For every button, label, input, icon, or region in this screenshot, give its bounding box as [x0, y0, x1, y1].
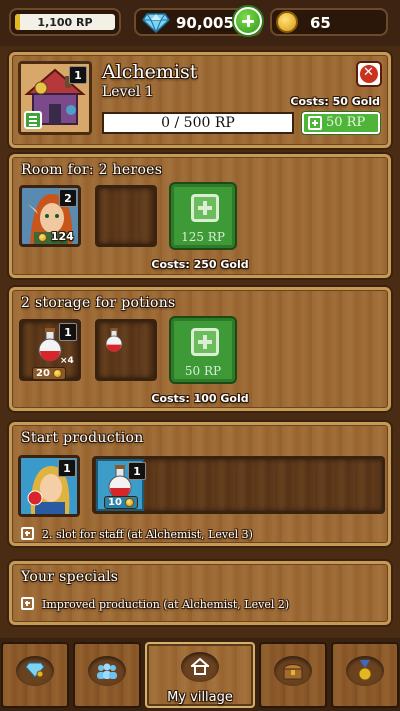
hero-level-badge: 2: [59, 189, 77, 207]
building-level: Level 1: [102, 84, 154, 100]
gold-coin-icon: [276, 11, 298, 33]
nav-heroes[interactable]: [73, 642, 141, 708]
rp-bar: 1,100 RP: [15, 14, 115, 30]
plus-icon: [308, 116, 322, 130]
treasure-chest-icon: [283, 664, 303, 680]
nav-circle: [16, 656, 54, 686]
specials-note: Improved production (at Alchemist, Level…: [21, 597, 289, 611]
nav-achievements[interactable]: [331, 642, 399, 708]
nav-circle: [274, 656, 312, 686]
rooms-panel: Room for: 2 heroes 2 124 125 RP Costs: 2…: [9, 154, 391, 278]
storage-slot-1[interactable]: 1 ×4 20: [19, 319, 81, 381]
home-icon: [191, 657, 209, 675]
nav-my-village-label: My village: [167, 690, 233, 705]
add-gems-button[interactable]: [232, 5, 264, 37]
building-frame: 1 Alchemist Level 1 Costs: 50 Gold 0 / 5…: [0, 46, 400, 638]
nav-my-village[interactable]: My village: [145, 642, 255, 708]
production-item-slot[interactable]: 1 10: [96, 459, 146, 511]
storage-slot-2[interactable]: [95, 319, 157, 381]
hero-value-text: 124: [50, 230, 74, 243]
bottom-nav: My village: [0, 638, 400, 711]
production-price: 10: [108, 497, 122, 508]
building-count-badge: 1: [69, 66, 87, 84]
rooms-title: Room for: 2 heroes: [21, 162, 163, 178]
storage-panel: 2 storage for potions 1 ×4 20 50 RP Cost…: [9, 287, 391, 411]
rp-label: 1,100 RP: [37, 16, 93, 29]
rooms-costs: Costs: 250 Gold: [151, 258, 249, 271]
nav-circle: [346, 656, 384, 686]
hero-slot-1[interactable]: 2 124: [19, 185, 81, 247]
hero-value: 124: [38, 230, 74, 243]
production-price-tag: 10: [104, 496, 139, 509]
staff-slot-note-text: 2. slot for staff (at Alchemist, Level 3…: [42, 528, 253, 541]
specials-panel: Your specials Improved production (at Al…: [9, 561, 391, 625]
production-queue: 1 10: [92, 456, 385, 514]
hero-slot-2-empty[interactable]: [95, 185, 157, 247]
plus-icon: [191, 194, 219, 222]
top-bar: 1,100 RP 90,005 65: [0, 0, 400, 46]
gold-count: 65: [310, 14, 331, 32]
unlock-room-button[interactable]: 125 RP: [171, 184, 235, 248]
nav-circle: [181, 652, 219, 682]
buy-rp-label: 50 RP: [326, 115, 366, 130]
storage-title: 2 storage for potions: [21, 295, 176, 311]
alchemist-portrait[interactable]: 1: [18, 61, 92, 135]
buy-rp-button[interactable]: 50 RP: [302, 112, 380, 134]
specials-note-text: Improved production (at Alchemist, Level…: [42, 598, 290, 611]
upgrade-progress-text: 0 / 500 RP: [161, 115, 235, 131]
gem-shop-icon: [25, 662, 45, 678]
potion-multiplier: ×4: [60, 356, 74, 366]
rp-counter[interactable]: 1,100 RP: [9, 8, 121, 36]
nav-gem-shop[interactable]: [1, 642, 69, 708]
building-header-panel: 1 Alchemist Level 1 Costs: 50 Gold 0 / 5…: [9, 52, 391, 148]
coin-icon: [125, 497, 135, 507]
staff-slot[interactable]: 1: [18, 455, 80, 517]
unlock-storage-label: 50 RP: [184, 364, 222, 378]
upgrade-progress-bar: 0 / 500 RP: [102, 112, 294, 134]
plus-icon: [191, 328, 219, 356]
production-badge: 1: [128, 462, 146, 480]
close-button[interactable]: [356, 61, 382, 87]
storage-costs: Costs: 100 Gold: [151, 392, 249, 405]
potion-price-tag: 20: [32, 367, 67, 380]
plus-icon: [21, 527, 34, 540]
staff-slot-note: 2. slot for staff (at Alchemist, Level 3…: [21, 527, 253, 541]
nav-treasure[interactable]: [259, 642, 327, 708]
diamond-icon: [142, 13, 170, 33]
nav-circle: [88, 656, 126, 686]
coin-icon: [53, 368, 63, 378]
potion-price: 20: [36, 368, 50, 379]
plus-icon: [21, 597, 34, 610]
unlock-storage-button[interactable]: 50 RP: [171, 318, 235, 382]
staff-badge: 1: [58, 459, 76, 477]
red-potion-icon: [105, 328, 123, 353]
upgrade-costs: Costs: 50 Gold: [290, 95, 380, 108]
medal-icon: [358, 660, 372, 681]
unlock-room-label: 125 RP: [181, 230, 225, 244]
coin-icon: [38, 232, 47, 242]
gem-count: 90,005: [176, 14, 234, 32]
production-panel: Start production 1 1 10 2. slot for staf…: [9, 422, 391, 546]
heroes-icon: [97, 663, 117, 679]
menu-icon[interactable]: [24, 111, 42, 129]
storage-badge: 1: [59, 323, 77, 341]
specials-title: Your specials: [21, 569, 119, 585]
building-name: Alchemist: [102, 61, 198, 83]
production-title: Start production: [21, 430, 144, 446]
